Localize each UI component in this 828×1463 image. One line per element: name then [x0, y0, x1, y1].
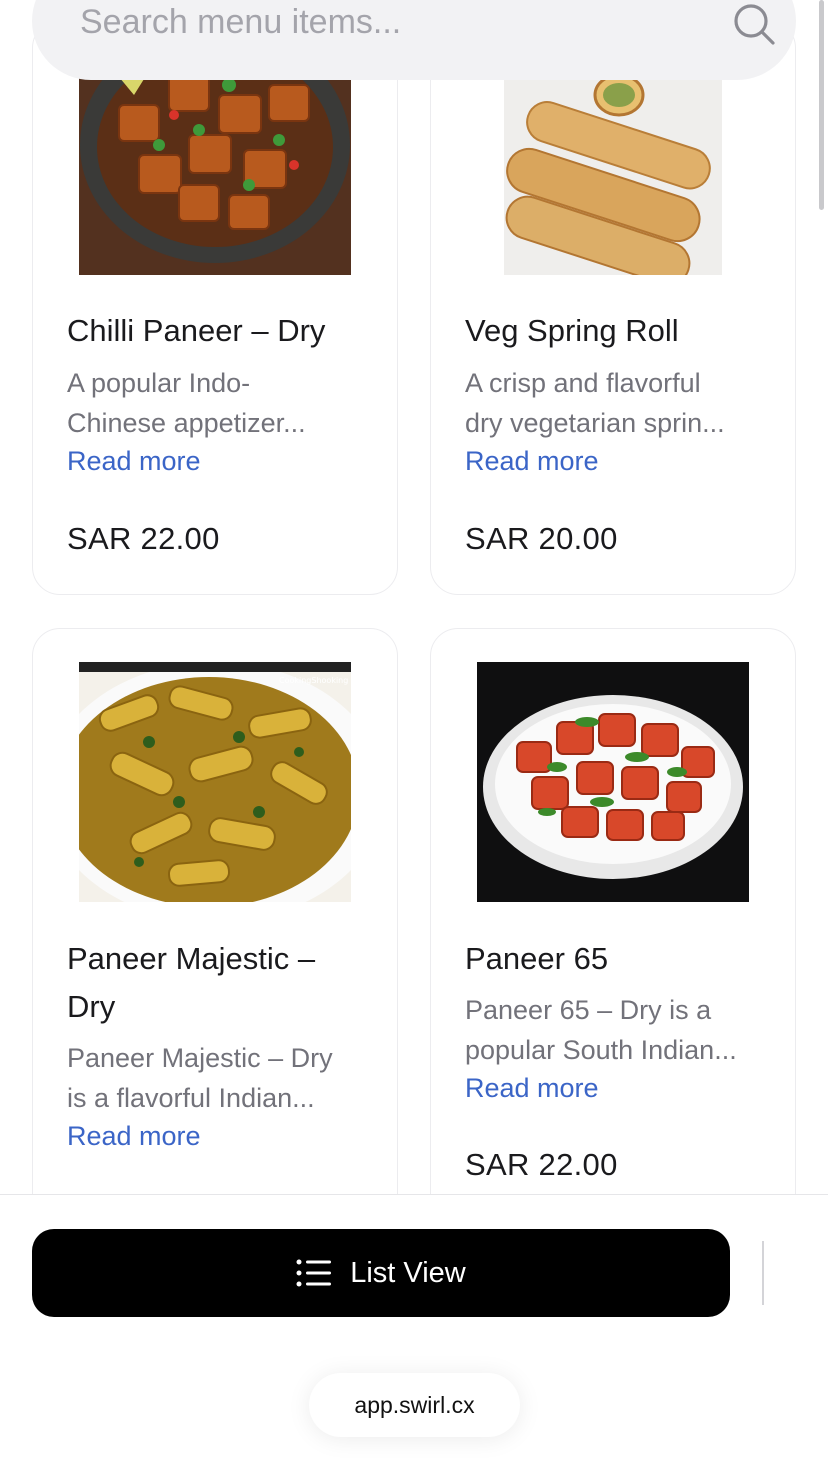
item-description: A crisp and flavorful dry vegetarian spr… [465, 368, 725, 438]
paneer-65-image [477, 662, 749, 902]
read-more-link[interactable]: Read more [67, 1121, 201, 1152]
item-description: Paneer Majestic – Dry is a flavorful Ind… [67, 1043, 333, 1113]
paneer-majestic-image: CookingShooking [79, 662, 351, 902]
item-title: Paneer Majestic – Dry [67, 941, 316, 1024]
item-title: Veg Spring Roll [465, 313, 679, 348]
search-bar[interactable] [32, 0, 796, 80]
divider [762, 1241, 764, 1305]
menu-item-card[interactable]: CookingShooking Paneer Majestic – Dry Pa… [32, 628, 398, 1268]
item-price: SAR 22.00 [67, 521, 220, 556]
item-title: Paneer 65 [465, 941, 609, 976]
search-input[interactable] [80, 2, 680, 42]
bottom-bar: List View app.swirl.cx [0, 1194, 828, 1463]
image-watermark: CookingShooking [279, 676, 348, 685]
item-price: SAR 20.00 [465, 521, 618, 556]
search-icon[interactable] [732, 2, 776, 46]
list-view-label: List View [350, 1256, 466, 1289]
url-text: app.swirl.cx [354, 1391, 475, 1418]
item-title: Chilli Paneer – Dry [67, 313, 326, 348]
browser-url-pill[interactable]: app.swirl.cx [309, 1373, 520, 1437]
read-more-link[interactable]: Read more [465, 1073, 599, 1104]
list-icon [296, 1259, 332, 1287]
item-price: SAR 22.00 [465, 1147, 618, 1182]
scrollbar[interactable] [819, 0, 824, 210]
menu-page: Chilli Paneer – Dry A popular Indo- Chin… [0, 0, 828, 1463]
menu-item-card[interactable]: Veg Spring Roll A crisp and flavorful dr… [430, 20, 796, 595]
item-description: Paneer 65 – Dry is a popular South India… [465, 995, 737, 1065]
menu-item-card[interactable]: Paneer 65 Paneer 65 – Dry is a popular S… [430, 628, 796, 1268]
read-more-link[interactable]: Read more [67, 446, 201, 477]
menu-item-card[interactable]: Chilli Paneer – Dry A popular Indo- Chin… [32, 20, 398, 595]
item-description: A popular Indo- Chinese appetizer... [67, 368, 306, 438]
read-more-link[interactable]: Read more [465, 446, 599, 477]
list-view-button[interactable]: List View [32, 1229, 730, 1317]
